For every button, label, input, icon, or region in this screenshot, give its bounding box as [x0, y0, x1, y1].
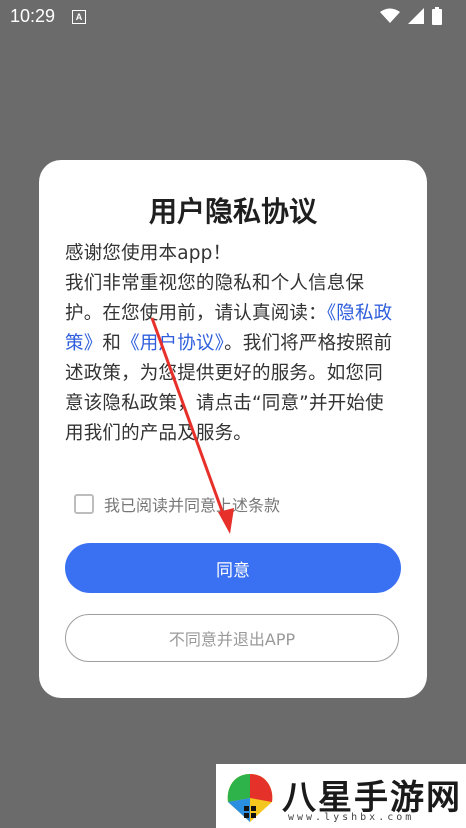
connector-text: 和: [102, 333, 122, 354]
wifi-icon: [380, 8, 400, 23]
status-time: 10:29: [10, 6, 56, 26]
watermark-url: www.lyshbx.com: [288, 812, 415, 823]
disagree-exit-button[interactable]: 不同意并退出APP: [65, 614, 399, 662]
policy-paragraph: 我们非常重视您的隐私和个人信息保护。在您使用前，请认真阅读：《隐私政策》和《用户…: [65, 269, 401, 449]
user-agreement-link[interactable]: 《用户协议》: [121, 333, 224, 354]
privacy-dialog: 用户隐私协议 感谢您使用本app！ 我们非常重视您的隐私和个人信息保护。在您使用…: [39, 160, 427, 698]
status-icons: [380, 7, 442, 25]
agree-button[interactable]: 同意: [65, 543, 401, 593]
watermark: 八星手游网 www.lyshbx.com: [216, 764, 466, 828]
greeting-text: 感谢您使用本app！: [65, 243, 232, 264]
notification-a-icon: A: [72, 10, 86, 24]
agree-checkbox[interactable]: [74, 494, 94, 514]
body-text-before-links: 我们非常重视您的隐私和个人信息保护。在您使用前，请认真阅读：: [65, 273, 365, 324]
dialog-body[interactable]: 感谢您使用本app！ 我们非常重视您的隐私和个人信息保护。在您使用前，请认真阅读…: [65, 239, 401, 471]
agree-checkbox-label[interactable]: 我已阅读并同意上述条款: [104, 492, 280, 516]
dialog-title: 用户隐私协议: [148, 195, 317, 228]
watermark-logo-icon: [227, 774, 273, 822]
status-bar: 10:29 A: [0, 0, 466, 34]
signal-icon: [408, 8, 424, 24]
battery-icon: [432, 7, 442, 25]
agree-checkbox-row[interactable]: 我已阅读并同意上述条款: [74, 492, 280, 516]
